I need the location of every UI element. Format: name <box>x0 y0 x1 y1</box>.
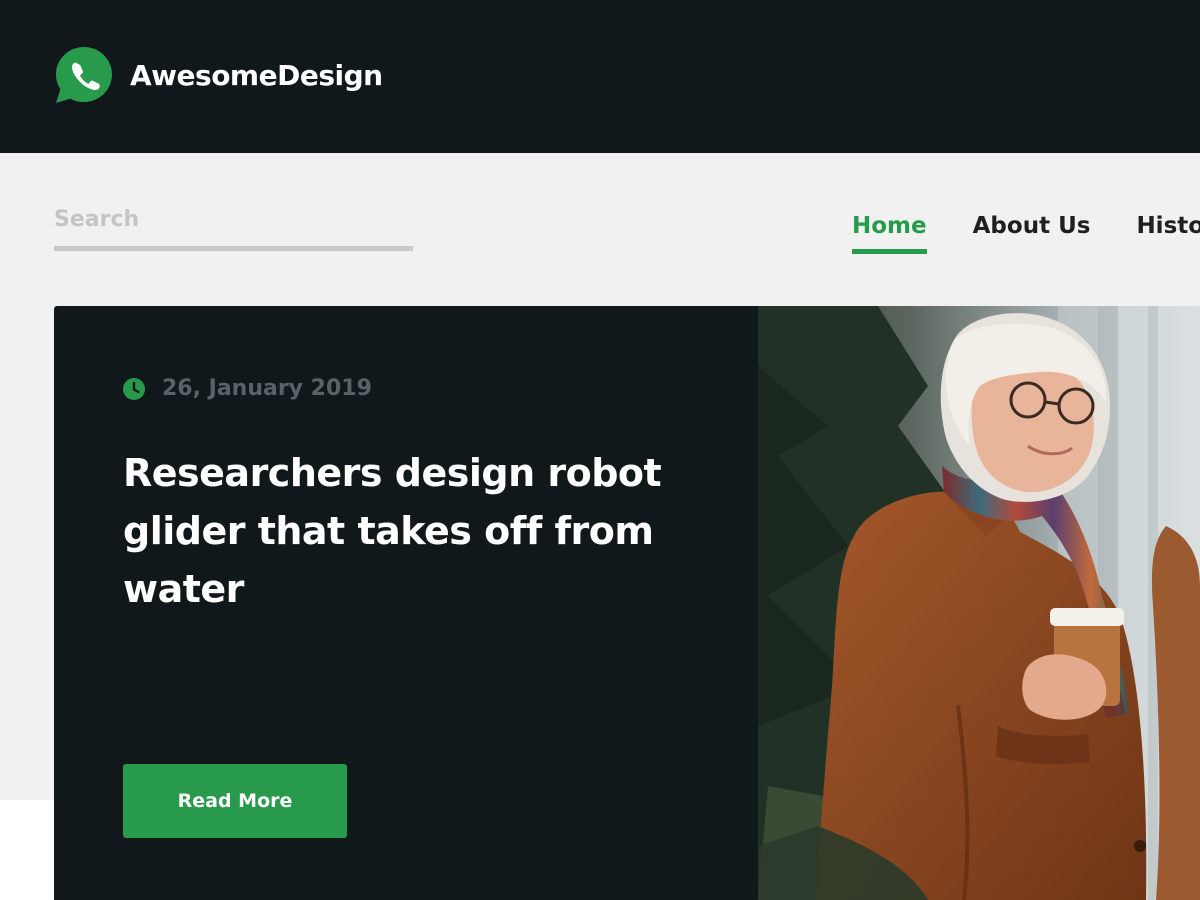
hero-photo <box>758 306 1200 900</box>
clock-icon <box>123 377 145 400</box>
hero-card: 26, January 2019 Researchers design robo… <box>54 306 1200 900</box>
photo-elderly-woman-coffee <box>758 306 1200 900</box>
date-text: 26, January 2019 <box>162 376 372 401</box>
read-more-button[interactable]: Read More <box>123 764 347 838</box>
brand-logo[interactable]: AwesomeDesign <box>54 45 383 105</box>
main-nav: Home About Us History <box>852 213 1200 254</box>
nav-item-home[interactable]: Home <box>852 213 927 254</box>
top-header: AwesomeDesign <box>0 0 1200 153</box>
nav-item-history[interactable]: History <box>1136 213 1200 254</box>
brand-name: AwesomeDesign <box>130 58 383 92</box>
whatsapp-phone-icon <box>56 47 112 103</box>
nav-item-about-us[interactable]: About Us <box>973 213 1091 254</box>
search-input[interactable] <box>54 205 413 251</box>
hero-content: 26, January 2019 Researchers design robo… <box>54 306 758 900</box>
post-date: 26, January 2019 <box>123 376 372 401</box>
hero-headline[interactable]: Researchers design robot glider that tak… <box>123 444 663 618</box>
